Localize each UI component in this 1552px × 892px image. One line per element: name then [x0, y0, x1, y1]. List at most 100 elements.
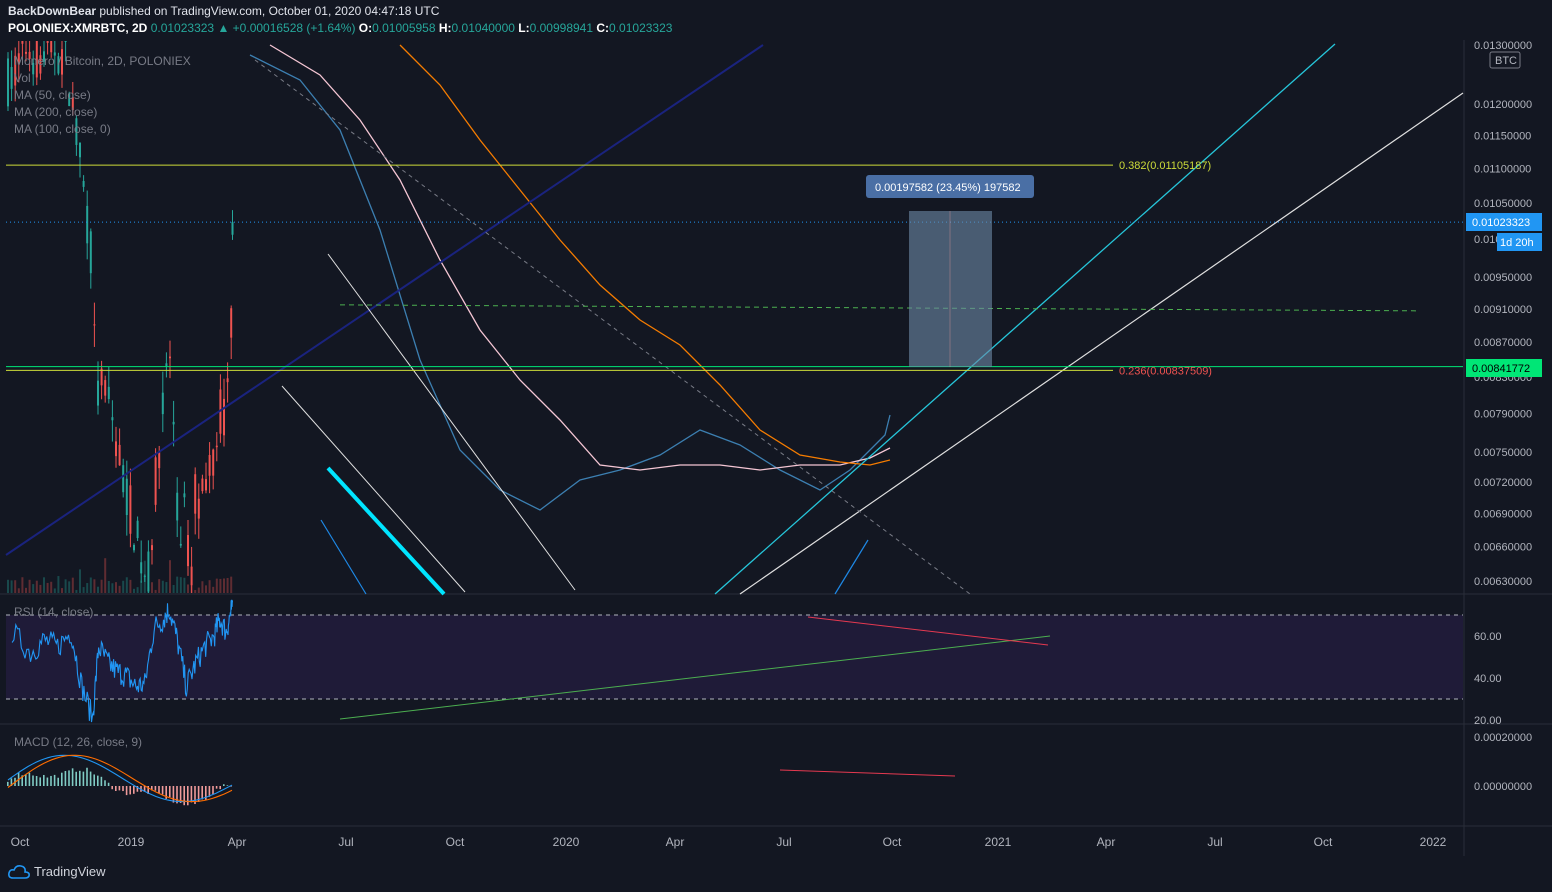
candle-body [122, 465, 125, 493]
macd-trendline [779, 769, 956, 777]
macd-hist-bar [61, 772, 63, 786]
time-tick-label: Apr [1097, 835, 1116, 849]
volume-bar [161, 580, 164, 593]
macd-hist-bar [25, 774, 27, 786]
macd-hist-bar [75, 771, 77, 786]
green-dashed-level [339, 304, 1421, 312]
volume-bar [10, 580, 13, 593]
macd-hist-bar [50, 775, 52, 786]
candle-body [104, 380, 107, 396]
macd-hist-bar [93, 774, 95, 786]
candle-body [89, 231, 92, 274]
candle-body [190, 566, 193, 586]
volume-bar [32, 584, 35, 593]
volume-bar [133, 588, 135, 593]
legend-ma100[interactable]: MA (100, close, 0) [14, 121, 191, 138]
macd-hist-bar [71, 768, 74, 786]
volume-bar [179, 577, 182, 593]
volume-bar [169, 560, 171, 593]
channel-upper [327, 253, 576, 591]
candle-body [125, 478, 128, 516]
volume-bar [79, 569, 81, 593]
channel-lower [281, 385, 466, 593]
legend-vol[interactable]: Vol [14, 70, 191, 87]
candle-body [187, 535, 189, 567]
price-tick-label: 0.00870000 [1474, 337, 1532, 349]
macd-hist-bar [201, 786, 203, 800]
macd-hist-bar [32, 775, 34, 786]
macd-hist-bar [158, 786, 160, 794]
macd-hist-bar [111, 786, 113, 790]
candle-body [136, 520, 139, 539]
volume-bar [136, 587, 139, 593]
measure-box [909, 211, 992, 367]
candle-body [93, 324, 96, 326]
candle-body [154, 457, 157, 505]
candle-body [107, 386, 110, 400]
volume-bar [208, 580, 211, 593]
macd-hist-bar [129, 786, 131, 795]
legend-ma200[interactable]: MA (200, close) [14, 104, 191, 121]
volume-bar [100, 579, 103, 593]
candle-body [179, 543, 182, 546]
time-tick-label: Jul [1207, 835, 1222, 849]
macd-hist-bar [226, 785, 229, 786]
volume-bar [14, 580, 17, 593]
volume-bar [104, 558, 107, 593]
time-tick-label: Apr [666, 835, 685, 849]
candle-body [215, 445, 218, 448]
price-tick-label: 0.01300000 [1474, 40, 1532, 52]
candle-body [10, 67, 13, 89]
time-tick-label: 2019 [118, 835, 145, 849]
macd-hist-bar [212, 786, 214, 795]
macd-hist-bar [154, 786, 157, 791]
tradingview-logo[interactable]: TradingView [8, 864, 106, 879]
volume-bar [194, 589, 197, 593]
price-tick-label: 0.01050000 [1474, 198, 1532, 210]
macd-hist-bar [133, 786, 135, 794]
macd-hist-bar [190, 786, 193, 803]
volume-bar [107, 580, 110, 593]
volume-bar [93, 579, 96, 593]
price-tick-label: 0.00750000 [1474, 447, 1532, 459]
volume-group [7, 558, 233, 593]
rsi-tick-label: 40.00 [1474, 673, 1502, 685]
volume-bar [115, 582, 117, 593]
measure-label: 0.00197582 (23.45%) 197582 [875, 182, 1021, 194]
macd-hist-bar [57, 777, 59, 786]
tradingview-cloud-icon [8, 864, 30, 879]
rsi-tick-label: 20.00 [1474, 715, 1502, 727]
legend-title[interactable]: Monero / Bitcoin, 2D, POLONIEX [14, 53, 191, 70]
volume-bar [64, 579, 67, 593]
macd-hist-bar [215, 786, 218, 789]
volume-bar [97, 586, 99, 593]
volume-bar [75, 589, 78, 593]
time-tick-label: Jul [338, 835, 353, 849]
macd-tick-label: 0.00000000 [1474, 781, 1532, 793]
candle-body [86, 205, 89, 244]
candle-body [100, 368, 103, 386]
last-candle-body [231, 222, 234, 235]
candle-body [97, 380, 99, 406]
volume-bar [82, 587, 85, 593]
macd-hist-bar [28, 772, 31, 786]
candle-body [7, 58, 9, 107]
support-tag-label: 0.00841772 [1472, 363, 1530, 375]
volume-bar [111, 583, 114, 593]
chart-canvas[interactable]: 0.382(0.01105187) 0.236(0.00837509) 0.0019… [0, 0, 1552, 856]
blue-short-line [320, 519, 367, 595]
ma50-line [249, 54, 891, 511]
volume-bar [154, 589, 157, 593]
volume-bar [118, 585, 121, 593]
volume-bar [43, 577, 45, 593]
volume-bar [125, 577, 128, 593]
price-tick-label: 0.01100000 [1474, 164, 1531, 176]
legend-ma50[interactable]: MA (50, close) [14, 87, 191, 104]
volume-bar [212, 586, 215, 593]
macd-hist-bar [223, 784, 225, 786]
price-tick-label: 0.01150000 [1474, 131, 1531, 143]
tradingview-brand: TradingView [34, 864, 106, 879]
volume-bar [21, 577, 24, 593]
volume-bar [129, 579, 132, 593]
volume-bar [223, 578, 225, 593]
